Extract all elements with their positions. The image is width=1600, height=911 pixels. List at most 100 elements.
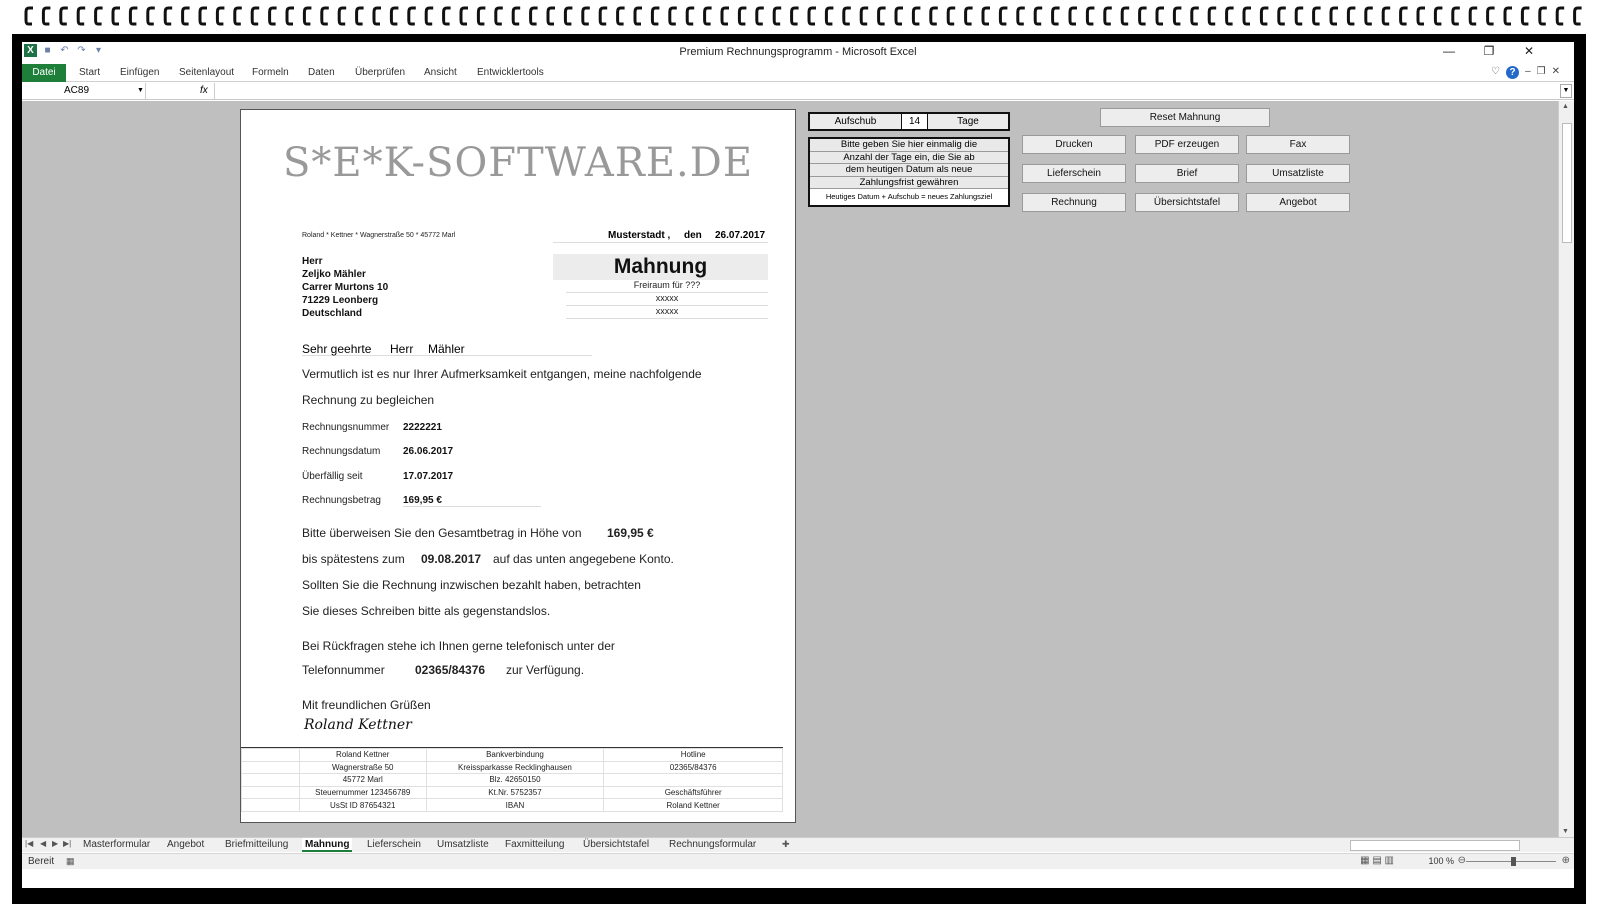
page-view-icons[interactable]: ▦ ▤ ▥: [1360, 855, 1394, 866]
phone-number: 02365/84376: [415, 663, 486, 677]
worksheet-area[interactable]: S*E*K-SOFTWARE.DE Roland * Kettner * Wag…: [22, 101, 1558, 837]
pay-text-1: Bitte überweisen Sie den Gesamtbetrag in…: [302, 526, 582, 540]
tab-ansicht[interactable]: Ansicht: [424, 67, 457, 78]
spiral-ring: [1433, 6, 1443, 26]
formula-input[interactable]: [214, 83, 1534, 99]
umsatzliste-button[interactable]: Umsatzliste: [1246, 164, 1350, 183]
help-icon[interactable]: ?: [1506, 66, 1520, 79]
sheet-tab[interactable]: Masterformular: [80, 838, 153, 852]
first-sheet-icon[interactable]: |◀: [25, 839, 33, 848]
sheet-tab[interactable]: Mahnung: [302, 838, 353, 852]
next-sheet-icon[interactable]: ▶: [52, 839, 58, 848]
spiral-ring: [268, 6, 277, 26]
spiral-ring: [407, 6, 416, 26]
scroll-thumb[interactable]: [1562, 123, 1572, 243]
spiral-ring: [1242, 6, 1251, 26]
uebersichtstafel-button[interactable]: Übersichtstafel: [1135, 193, 1239, 212]
footer-cell: UsSt ID 87654321: [298, 798, 427, 812]
company-logo: S*E*K-SOFTWARE.DE: [282, 140, 754, 186]
minimize-ribbon-icon[interactable]: ♡: [1491, 66, 1500, 79]
tab-einfuegen[interactable]: Einfügen: [120, 67, 159, 78]
sheet-tabs-bar: |◀ ◀ ▶ ▶| Masterformular Angebot Briefmitt…: [22, 837, 1574, 852]
spiral-ring: [302, 6, 312, 26]
sheet-tab[interactable]: Angebot: [164, 838, 207, 852]
drucken-button[interactable]: Drucken: [1022, 135, 1126, 154]
sheet-tab[interactable]: Faxmitteilung: [502, 838, 567, 852]
sheet-tab[interactable]: Lieferschein: [364, 838, 424, 852]
new-sheet-icon[interactable]: ✚: [782, 839, 790, 850]
spiral-ring: [964, 6, 973, 26]
tab-entwicklertools[interactable]: Entwicklertools: [477, 67, 544, 78]
zoom-in-icon[interactable]: ⊕: [1562, 855, 1570, 866]
name-box-dropdown-icon[interactable]: ▼: [137, 83, 144, 99]
sheet-tab[interactable]: Rechnungsformular: [666, 838, 759, 852]
restore-button[interactable]: ❐: [1474, 44, 1504, 58]
rechnung-button[interactable]: Rechnung: [1022, 193, 1126, 212]
last-sheet-icon[interactable]: ▶|: [63, 839, 71, 848]
sheet-tab[interactable]: Übersichtstafel: [580, 838, 652, 852]
footer-spacer-cell: [241, 773, 300, 787]
sheet-tab[interactable]: Briefmitteilung: [222, 838, 291, 852]
recipient-country: Deutschland: [302, 308, 363, 319]
insert-function-icon[interactable]: fx: [200, 83, 208, 99]
spiral-ring: [790, 6, 799, 26]
tab-daten[interactable]: Daten: [308, 67, 335, 78]
tab-start[interactable]: Start: [79, 67, 100, 78]
macro-record-icon[interactable]: ▦: [66, 856, 75, 867]
spiral-ring: [581, 6, 590, 26]
tab-formeln[interactable]: Formeln: [252, 67, 289, 78]
hint-line-2: Anzahl der Tage ein, die Sie ab: [810, 151, 1008, 164]
brief-button[interactable]: Brief: [1135, 164, 1239, 183]
spiral-binding-decoration: [24, 6, 1582, 26]
footer-spacer-cell: [241, 798, 300, 812]
lieferschein-button[interactable]: Lieferschein: [1022, 164, 1126, 183]
letter-date: 26.07.2017: [715, 230, 766, 241]
close-button[interactable]: ✕: [1514, 44, 1544, 58]
greeting-line: Sehr geehrte Herr Mähler: [302, 342, 592, 356]
zoom-out-icon[interactable]: ⊖: [1458, 855, 1466, 866]
scroll-down-icon[interactable]: ▼: [1562, 828, 1569, 835]
question-text: Bei Rückfragen stehe ich Ihnen gerne tel…: [302, 639, 615, 653]
spiral-ring: [1451, 6, 1460, 26]
fax-button[interactable]: Fax: [1246, 135, 1350, 154]
prev-sheet-icon[interactable]: ◀: [40, 839, 46, 848]
spiral-ring: [233, 6, 242, 26]
zoom-level[interactable]: 100 %: [1428, 856, 1454, 866]
detail-label-invoice-date: Rechnungsdatum: [302, 446, 381, 457]
greeting-salutation: Sehr geehrte: [302, 342, 372, 356]
den-label: den: [684, 230, 702, 241]
workbook-restore-icon[interactable]: ❐: [1537, 66, 1546, 79]
spiral-ring: [1190, 6, 1199, 26]
workbook-minimize-icon[interactable]: –: [1525, 66, 1531, 79]
tab-seitenlayout[interactable]: Seitenlayout: [179, 67, 234, 78]
aufschub-days-input[interactable]: 14: [902, 114, 928, 129]
pdf-erzeugen-button[interactable]: PDF erzeugen: [1135, 135, 1239, 154]
spiral-ring: [1016, 6, 1025, 26]
name-box[interactable]: AC89: [22, 83, 146, 99]
expand-formula-bar-icon[interactable]: ▼: [1560, 84, 1572, 98]
minimize-button[interactable]: —: [1434, 44, 1464, 58]
angebot-button[interactable]: Angebot: [1246, 193, 1350, 212]
reset-mahnung-button[interactable]: Reset Mahnung: [1100, 108, 1270, 127]
footer-spacer-cell: [241, 748, 300, 762]
footer-row: Steuernummer 123456789 Kt.Nr. 5752357 Gesc…: [241, 785, 783, 800]
tab-datei[interactable]: Datei: [22, 64, 66, 82]
phone-label: Telefonnummer: [302, 663, 385, 677]
intro-line-2: Rechnung zu begleichen: [302, 393, 435, 407]
spiral-ring: [807, 6, 816, 26]
detail-label-overdue: Überfällig seit: [302, 471, 363, 482]
spiral-ring: [737, 6, 747, 26]
spiral-ring: [1138, 6, 1147, 26]
vertical-scrollbar[interactable]: ▲ ▼: [1558, 101, 1574, 837]
spiral-ring: [1486, 6, 1495, 26]
spiral-ring: [1399, 6, 1408, 26]
spiral-ring: [372, 6, 381, 26]
horizontal-scrollbar[interactable]: [1350, 840, 1520, 851]
workbook-close-icon[interactable]: ✕: [1552, 66, 1560, 79]
sheet-tab[interactable]: Umsatzliste: [434, 838, 492, 852]
pay-text-2b: auf das unten angegebene Konto.: [493, 552, 674, 566]
scroll-up-icon[interactable]: ▲: [1562, 103, 1569, 110]
zoom-slider-thumb[interactable]: [1511, 857, 1516, 866]
spiral-ring: [894, 6, 903, 26]
tab-ueberpruefen[interactable]: Überprüfen: [355, 67, 405, 78]
